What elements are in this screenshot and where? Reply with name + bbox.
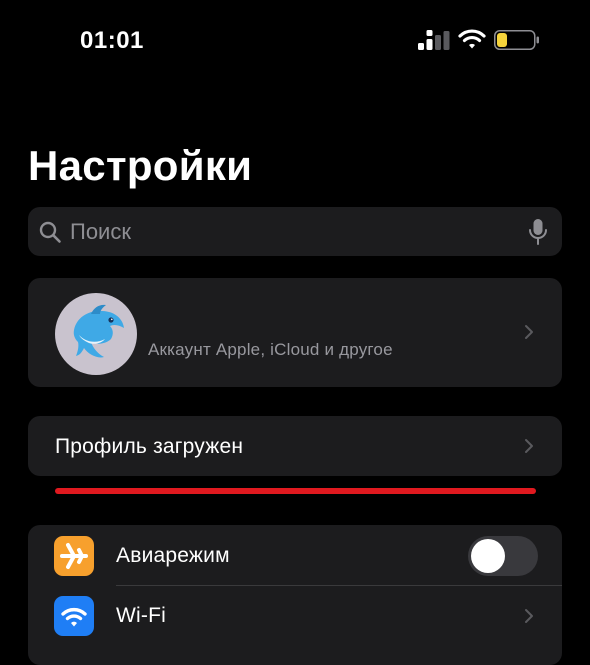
- wifi-label: Wi-Fi: [116, 604, 166, 627]
- chevron-right-icon: [525, 439, 533, 453]
- status-time: 01:01: [80, 27, 144, 54]
- wifi-icon: [458, 29, 486, 49]
- settings-row-airplane-mode[interactable]: Авиарежим: [28, 525, 562, 585]
- battery-low-icon: [494, 30, 539, 50]
- chevron-right-icon: [525, 609, 533, 623]
- microphone-icon[interactable]: [528, 218, 548, 246]
- airplane-mode-label: Авиарежим: [116, 544, 230, 567]
- status-bar: 01:01: [0, 0, 590, 80]
- airplane-mode-toggle[interactable]: [468, 536, 538, 576]
- airplane-icon-tile: [54, 536, 94, 576]
- search-icon: [39, 221, 61, 243]
- profile-loaded-label: Профиль загружен: [55, 435, 244, 458]
- airplane-icon: [60, 543, 88, 569]
- settings-row-wifi[interactable]: Wi-Fi: [28, 586, 562, 646]
- wifi-icon-tile: [54, 596, 94, 636]
- wifi-icon: [61, 607, 87, 627]
- search-bar[interactable]: [28, 207, 562, 256]
- apple-account-card[interactable]: Аккаунт Apple, iCloud и другое: [28, 278, 562, 387]
- chevron-right-icon: [525, 325, 533, 339]
- cellular-signal-icon: [418, 30, 450, 50]
- account-subtitle: Аккаунт Apple, iCloud и другое: [148, 340, 393, 359]
- profile-loaded-row[interactable]: Профиль загружен: [28, 416, 562, 476]
- toggle-knob: [471, 539, 505, 573]
- avatar[interactable]: [55, 293, 137, 375]
- search-input[interactable]: [70, 207, 510, 256]
- page-title: Настройки: [28, 142, 253, 189]
- red-underline: [55, 488, 536, 494]
- dolphin-avatar-icon: [73, 304, 124, 358]
- settings-group: Авиарежим Wi-Fi: [28, 525, 562, 665]
